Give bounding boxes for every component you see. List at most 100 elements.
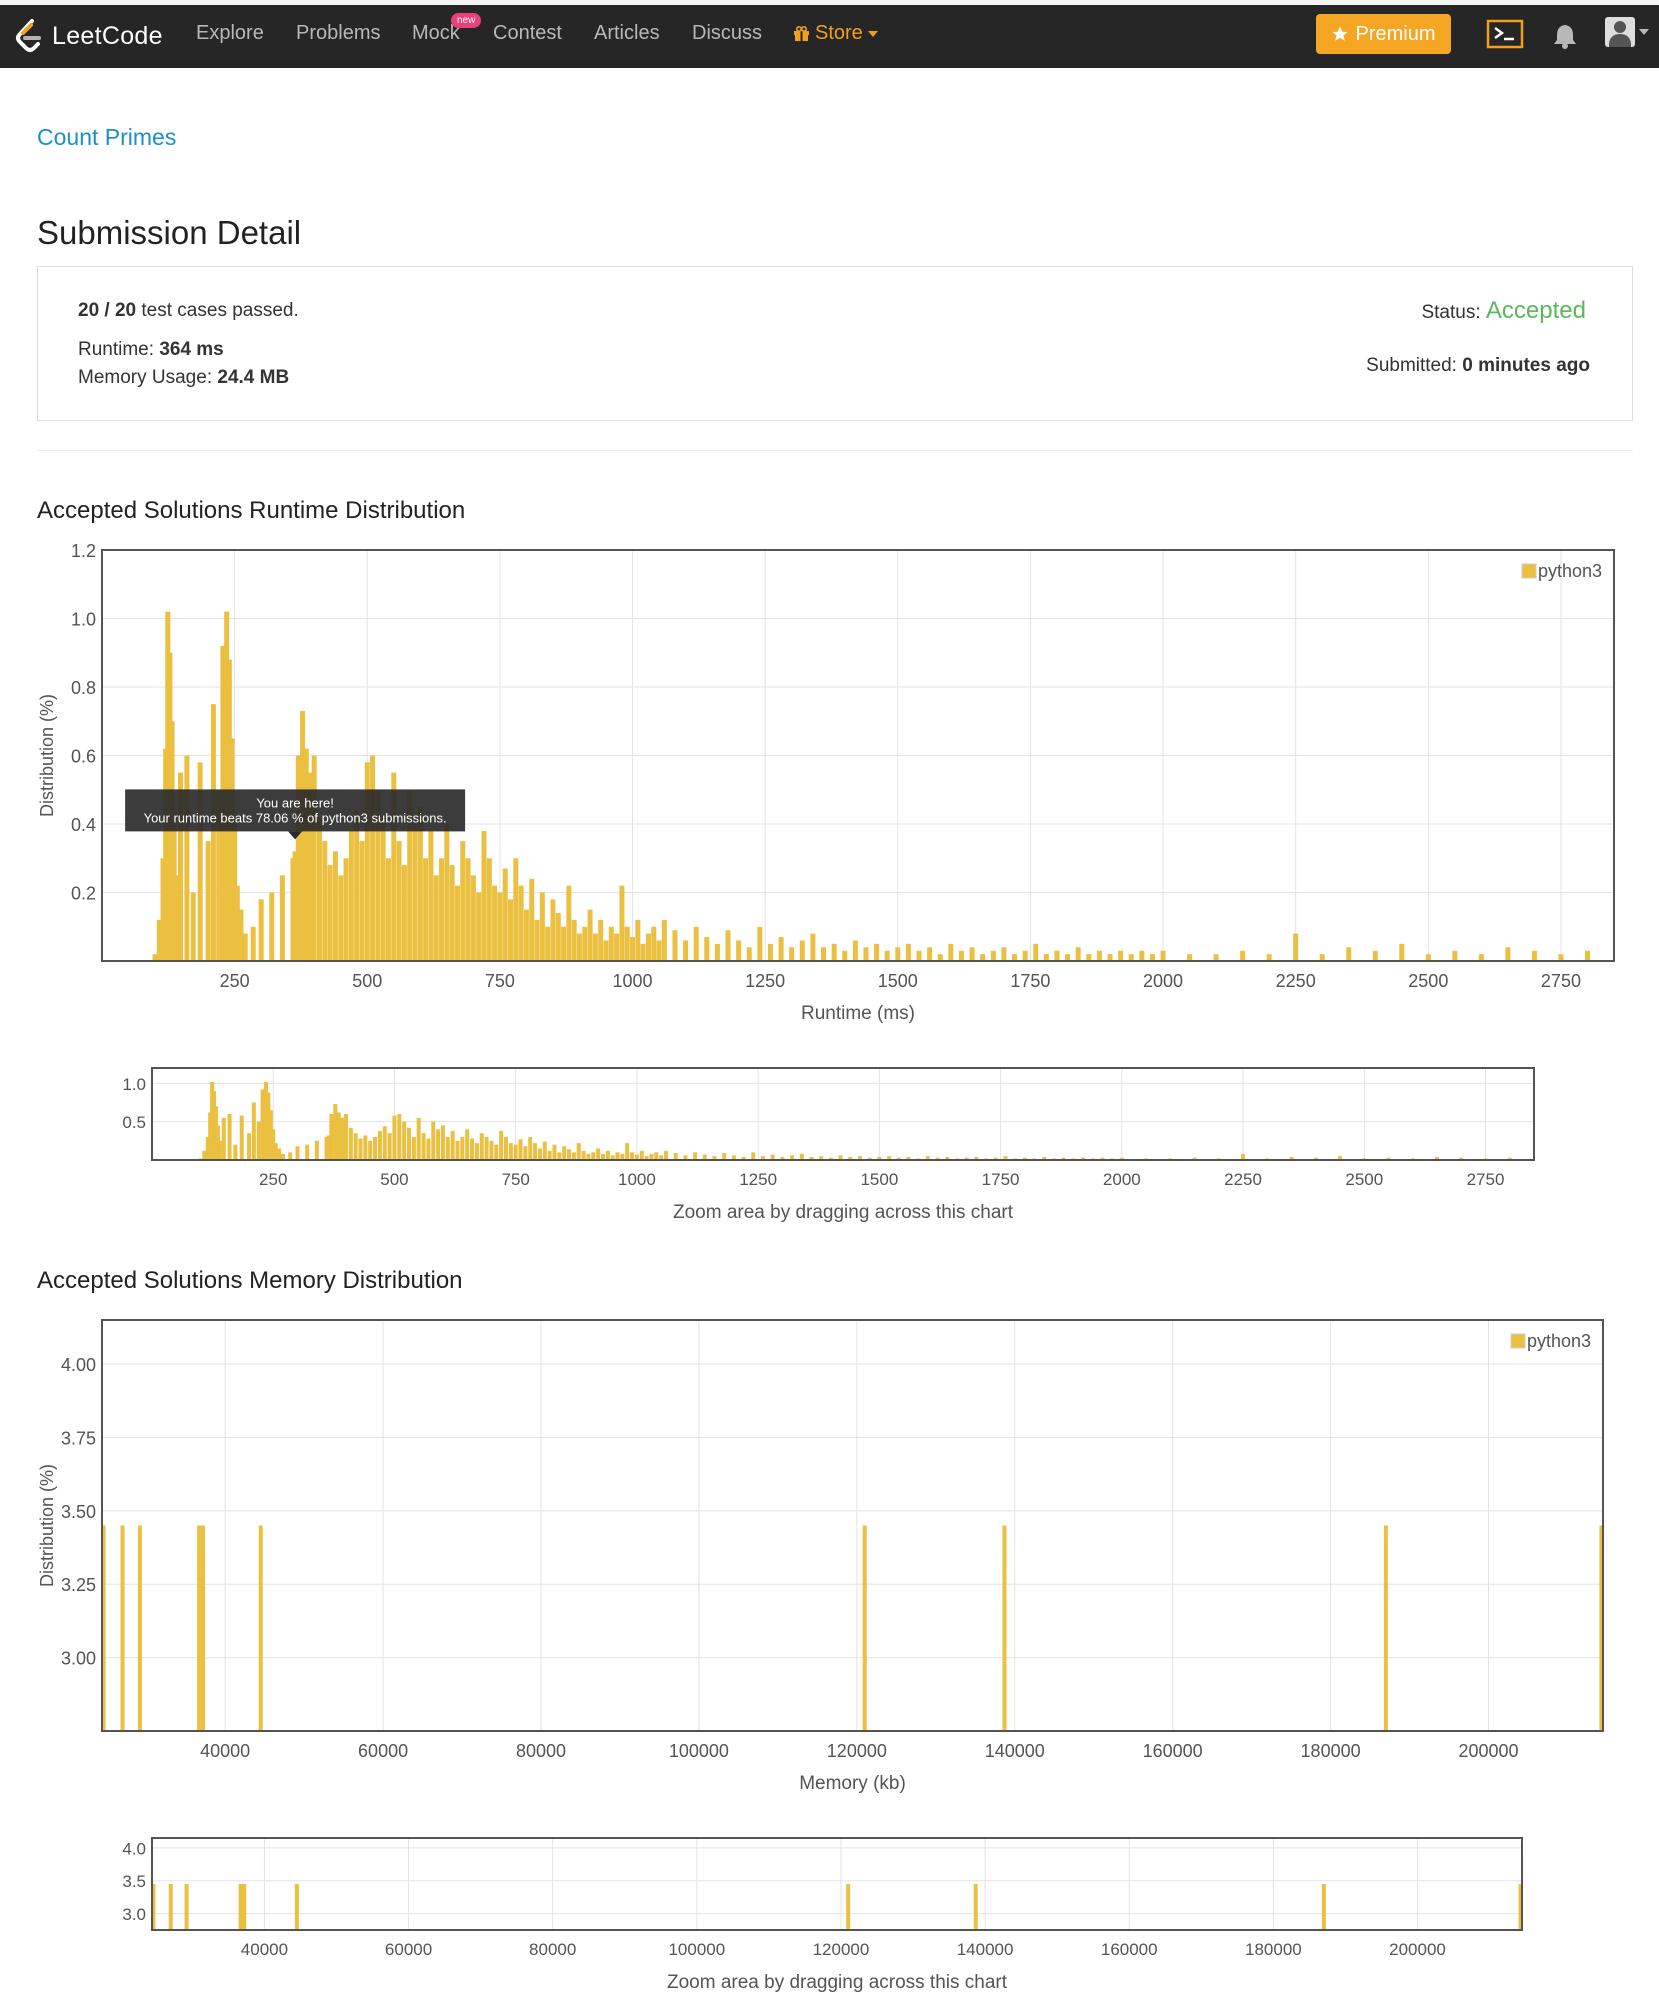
data-bar bbox=[591, 1152, 596, 1160]
data-bar bbox=[884, 950, 890, 961]
data-bar bbox=[969, 947, 975, 961]
data-bar bbox=[368, 1140, 373, 1160]
data-bar bbox=[227, 1114, 232, 1160]
data-bar bbox=[250, 926, 256, 961]
runtime-distribution-chart[interactable]: 250 500 750 1000 1250 1500 1750 2000 2250 2500 275… bbox=[0, 535, 1659, 1035]
nav-store[interactable]: Store bbox=[793, 22, 878, 45]
data-bar bbox=[343, 1114, 348, 1160]
gift-icon bbox=[794, 25, 809, 41]
data-bar bbox=[725, 930, 731, 961]
data-bar bbox=[654, 1152, 659, 1160]
data-bar bbox=[503, 1137, 508, 1160]
data-bar bbox=[269, 892, 275, 961]
data-bar bbox=[757, 926, 763, 961]
data-bar bbox=[927, 947, 933, 961]
data-bar bbox=[561, 926, 567, 961]
data-bar bbox=[661, 919, 667, 961]
status-label: Status: bbox=[1421, 302, 1481, 323]
data-bar bbox=[1319, 954, 1325, 961]
data-bar bbox=[1505, 947, 1511, 961]
x-tick-label: 100000 bbox=[669, 1741, 729, 1761]
data-bar bbox=[486, 858, 492, 961]
data-bar bbox=[973, 1884, 978, 1930]
data-bar bbox=[831, 943, 837, 961]
x-tick-label: 140000 bbox=[985, 1741, 1045, 1761]
data-bar bbox=[238, 1884, 243, 1930]
data-bar bbox=[348, 1127, 353, 1160]
avatar bbox=[1605, 17, 1635, 47]
data-bar bbox=[821, 947, 827, 961]
data-bar bbox=[980, 954, 986, 961]
data-bar bbox=[863, 947, 869, 961]
data-bar bbox=[528, 1137, 533, 1160]
data-bar bbox=[279, 875, 285, 961]
data-bar bbox=[201, 1525, 206, 1731]
data-bar bbox=[1558, 954, 1564, 961]
data-bar bbox=[552, 1144, 557, 1160]
data-bar bbox=[251, 1102, 256, 1160]
x-tick-label: 1000 bbox=[618, 1170, 656, 1189]
data-bar bbox=[513, 1144, 518, 1160]
x-tick-label: 750 bbox=[485, 971, 515, 991]
data-bar bbox=[397, 1114, 402, 1160]
data-bar bbox=[529, 878, 535, 961]
data-bar bbox=[329, 1114, 334, 1160]
nav-explore[interactable]: Explore bbox=[196, 22, 264, 45]
x-tick-label: 2500 bbox=[1345, 1170, 1383, 1189]
data-bar bbox=[598, 919, 604, 961]
premium-button[interactable]: Premium bbox=[1316, 14, 1451, 54]
nav-problems[interactable]: Problems bbox=[296, 22, 380, 45]
data-bar bbox=[1584, 950, 1590, 961]
data-bar bbox=[411, 1137, 416, 1160]
memory-distribution-chart[interactable]: 40000 60000 80000 100000 120000 140000 160000 1… bbox=[0, 1305, 1659, 1805]
y-tick-label: 3.25 bbox=[61, 1575, 96, 1595]
memory-zoom-chart[interactable]: 40000 60000 80000 100000 120000 140000 160000 1… bbox=[0, 1830, 1659, 1995]
data-bar bbox=[587, 909, 593, 961]
data-bar bbox=[444, 824, 450, 961]
data-bar bbox=[1240, 950, 1246, 961]
data-bar bbox=[1187, 954, 1193, 961]
nav-discuss[interactable]: Discuss bbox=[692, 22, 762, 45]
data-bar bbox=[518, 885, 524, 961]
x-tick-label: 40000 bbox=[241, 1940, 288, 1959]
data-bar bbox=[539, 892, 545, 961]
data-bar bbox=[190, 892, 196, 961]
notification-bell-icon[interactable] bbox=[1553, 23, 1577, 49]
data-bar bbox=[722, 1153, 727, 1160]
user-menu[interactable] bbox=[1605, 17, 1649, 47]
nav-articles[interactable]: Articles bbox=[594, 22, 660, 45]
nav-contest[interactable]: Contest bbox=[493, 22, 562, 45]
data-bar bbox=[656, 940, 662, 961]
x-tick-label: 500 bbox=[352, 971, 382, 991]
data-bar bbox=[810, 933, 816, 961]
x-tick-label: 180000 bbox=[1245, 1940, 1302, 1959]
test-cases-summary: 20 / 20 test cases passed. bbox=[78, 300, 299, 321]
x-axis-label: Memory (kb) bbox=[799, 1773, 906, 1794]
data-bar bbox=[1399, 943, 1405, 961]
y-tick-label: 4.0 bbox=[122, 1839, 146, 1858]
x-tick-label: 2000 bbox=[1103, 1170, 1141, 1189]
data-bar bbox=[1293, 933, 1299, 961]
premium-label: Premium bbox=[1355, 22, 1436, 45]
data-bar bbox=[567, 1149, 572, 1160]
data-bar bbox=[1346, 947, 1352, 961]
caret-down-icon bbox=[867, 30, 878, 37]
data-bar bbox=[428, 830, 434, 961]
data-bar bbox=[1002, 1525, 1007, 1731]
data-bar bbox=[789, 947, 795, 961]
data-bar bbox=[197, 1525, 202, 1731]
data-bar bbox=[533, 1143, 538, 1160]
x-tick-label: 60000 bbox=[358, 1741, 408, 1761]
data-bar bbox=[625, 1143, 630, 1160]
data-bar bbox=[256, 1121, 261, 1160]
problem-title-link[interactable]: Count Primes bbox=[37, 124, 176, 151]
data-bar bbox=[1118, 950, 1124, 961]
status-value[interactable]: Accepted bbox=[1486, 297, 1586, 324]
runtime-zoom-chart[interactable]: 250 500 750 1000 1250 1500 1750 2000 2250 2500 275… bbox=[0, 1060, 1659, 1230]
x-tick-label: 200000 bbox=[1389, 1940, 1446, 1959]
playground-icon[interactable] bbox=[1486, 18, 1524, 50]
data-bar bbox=[1107, 954, 1113, 961]
data-bar bbox=[412, 824, 418, 961]
brand-logo[interactable]: LeetCode bbox=[14, 15, 163, 57]
data-bar bbox=[683, 940, 689, 961]
